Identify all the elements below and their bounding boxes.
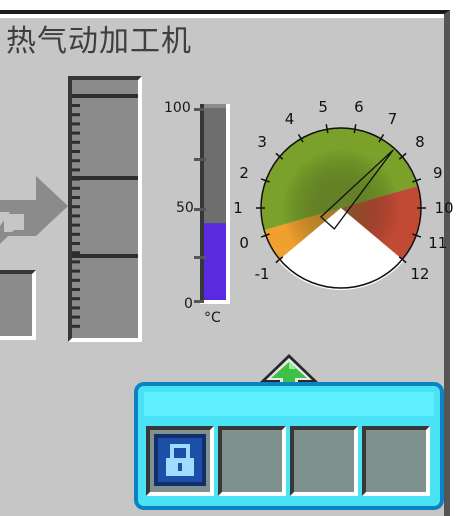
gauge-label: -1 bbox=[254, 265, 270, 284]
upgrade-slot-1[interactable] bbox=[146, 426, 214, 496]
temp-tick-0: 0 bbox=[184, 296, 193, 312]
temperature-fill bbox=[204, 223, 226, 300]
tank-scale bbox=[72, 94, 138, 328]
lock-upgrade-item[interactable] bbox=[154, 434, 206, 486]
gauge-label: 3 bbox=[257, 132, 267, 151]
lock-icon bbox=[166, 444, 194, 476]
fluid-tank bbox=[68, 76, 142, 342]
gauge-label: 2 bbox=[239, 163, 249, 182]
gauge-label: 1 bbox=[233, 199, 243, 217]
upgrade-slot-2[interactable] bbox=[218, 426, 286, 496]
gauge-label: 6 bbox=[354, 97, 364, 116]
thermometer bbox=[194, 104, 230, 304]
window-title: 热气动加工机 bbox=[6, 24, 192, 59]
upgrade-slot-4[interactable] bbox=[362, 426, 430, 496]
gauge-label: 9 bbox=[433, 163, 443, 182]
upgrade-slot-3[interactable] bbox=[290, 426, 358, 496]
temp-tick-50: 50 bbox=[176, 200, 194, 216]
temp-tick-100: 100 bbox=[164, 100, 191, 116]
input-slot-partial[interactable] bbox=[0, 270, 36, 340]
gauge-label: 4 bbox=[284, 109, 295, 128]
gauge-label: 7 bbox=[387, 109, 398, 128]
temp-unit: °C bbox=[204, 310, 221, 326]
window-highlight bbox=[0, 14, 444, 18]
panel-highlight bbox=[144, 392, 434, 416]
gauge-label: 11 bbox=[428, 234, 448, 253]
gauge-label: 0 bbox=[239, 234, 249, 253]
gauge-label: 10 bbox=[434, 199, 454, 217]
gauge-label: 8 bbox=[415, 132, 425, 151]
gauge-label: 12 bbox=[410, 265, 430, 284]
progress-arrow-icon bbox=[0, 176, 68, 244]
gauge-label: 5 bbox=[318, 97, 328, 116]
